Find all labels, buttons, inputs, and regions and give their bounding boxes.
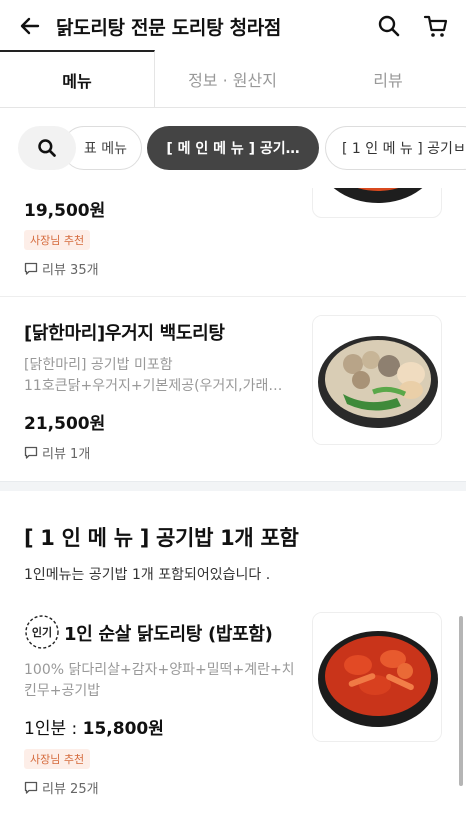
menu-item-image [312, 188, 442, 218]
menu-item-desc: 100% 닭다리살+감자+양파+밀떡+계란+치 킨무+공기밥 [24, 660, 296, 702]
back-button[interactable] [14, 10, 46, 42]
chip-main-menu[interactable]: [ 메 인 메 뉴 ] 공기… [147, 126, 319, 170]
category-chip-bar: 표 메뉴 [ 메 인 메 뉴 ] 공기… [ 1 인 메 뉴 ] 공기ㅂ [0, 108, 466, 188]
speech-bubble-icon [24, 446, 38, 459]
section-separator [0, 481, 466, 491]
menu-item-price: 21,500원 [24, 414, 106, 434]
price-value: 15,800원 [82, 719, 164, 739]
search-button[interactable] [374, 11, 404, 41]
review-count: 리뷰 1개 [24, 443, 90, 462]
menu-search-button[interactable] [18, 126, 76, 170]
menu-item[interactable]: 인기 1인 순살 닭도리탕 (밥포함) 100% 닭다리살+감자+양파+밀떡+계… [0, 600, 466, 816]
menu-item-desc-line: 킨무+공기밥 [24, 683, 101, 699]
section-title: [ 1 인 메 뉴 ] 공기밥 1개 포함 [24, 526, 299, 550]
review-count-text: 리뷰 25개 [42, 782, 99, 797]
popular-badge-label: 인기 [31, 626, 53, 639]
menu-list: 19,500원 사장님 추천 리뷰 35개 [닭한마리]우거지 백도리탕 [닭한… [0, 188, 466, 816]
menu-item-desc-line: [닭한마리] 공기밥 미포함 [24, 357, 173, 373]
menu-item-desc-line: 100% 닭다리살+감자+양파+밀떡+계란+치 [24, 662, 295, 678]
speech-bubble-icon [24, 262, 38, 275]
menu-item[interactable]: 19,500원 사장님 추천 리뷰 35개 [0, 188, 466, 296]
tab-info-origin[interactable]: 정보 · 원산지 [155, 50, 310, 107]
menu-item[interactable]: [닭한마리]우거지 백도리탕 [닭한마리] 공기밥 미포함 11호큰닭+우거지+… [0, 297, 466, 481]
menu-item-name: [닭한마리]우거지 백도리탕 [24, 323, 225, 344]
menu-item-desc: [닭한마리] 공기밥 미포함 11호큰닭+우거지+기본제공(우거지,가래… [24, 355, 296, 397]
arrow-left-icon [20, 17, 40, 35]
menu-item-name: 1인 순살 닭도리탕 (밥포함) [64, 624, 273, 645]
owner-recommend-badge: 사장님 추천 [24, 230, 91, 250]
review-count-text: 리뷰 35개 [42, 263, 99, 278]
header: 닭도리탕 전문 도리탕 청라점 [0, 0, 466, 50]
search-icon [38, 139, 56, 157]
tab-reviews[interactable]: 리뷰 [310, 50, 466, 107]
menu-item-desc-line: 11호큰닭+우거지+기본제공(우거지,가래… [24, 378, 283, 394]
store-title: 닭도리탕 전문 도리탕 청라점 [56, 17, 282, 39]
speech-bubble-icon [24, 781, 38, 794]
price-prefix: 1인분 : [24, 719, 83, 739]
menu-item-price: 1인분 : 15,800원 [24, 714, 164, 739]
owner-recommend-badge: 사장님 추천 [24, 749, 91, 769]
menu-item-image [312, 612, 442, 742]
cart-button[interactable] [421, 11, 451, 41]
tab-menu[interactable]: 메뉴 [0, 50, 155, 107]
section-description: 1인메뉴는 공기밥 1개 포함되어있습니다 . [24, 567, 271, 583]
tab-bar: 메뉴 정보 · 원산지 리뷰 [0, 50, 466, 108]
menu-item-price: 19,500원 [24, 201, 106, 221]
chip-single-menu[interactable]: [ 1 인 메 뉴 ] 공기ㅂ [325, 126, 466, 170]
review-count: 리뷰 35개 [24, 259, 99, 278]
menu-item-image [312, 315, 442, 445]
review-count-text: 리뷰 1개 [42, 447, 91, 462]
search-icon [378, 15, 400, 37]
popular-badge-icon: 인기 [24, 614, 60, 650]
review-count: 리뷰 25개 [24, 778, 99, 797]
scrollbar[interactable] [459, 616, 463, 786]
cart-icon [423, 15, 448, 37]
